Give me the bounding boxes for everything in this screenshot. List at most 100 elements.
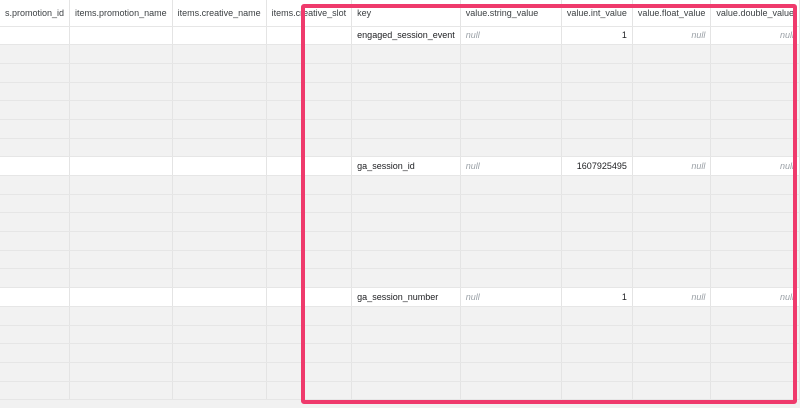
key-cell: ga_session_number — [351, 287, 461, 307]
empty-cell — [710, 63, 800, 83]
empty-cell — [561, 212, 633, 233]
empty-cell — [460, 63, 562, 83]
empty-cell — [69, 306, 173, 326]
empty-cell — [172, 175, 267, 195]
empty-cell — [69, 100, 173, 120]
column-header-string-value[interactable]: value.string_value — [460, 0, 562, 27]
empty-cell — [710, 212, 800, 233]
empty-cell — [69, 82, 173, 102]
empty-cell — [460, 231, 562, 251]
column-header-creative-slot[interactable]: items.creative_slot — [266, 0, 353, 27]
empty-row — [0, 44, 800, 64]
empty-cell — [69, 231, 173, 251]
empty-cell — [632, 44, 712, 64]
empty-cell — [0, 325, 71, 345]
empty-cell — [632, 250, 712, 270]
empty-cell — [0, 343, 71, 363]
empty-cell — [0, 231, 71, 251]
promotion-name-cell — [69, 156, 173, 176]
empty-row — [0, 362, 800, 382]
empty-cell — [69, 343, 173, 363]
creative-slot-cell — [266, 26, 353, 46]
empty-row — [0, 250, 800, 270]
key-cell: engaged_session_event — [351, 26, 461, 46]
results-table: s.promotion_id items.promotion_name item… — [0, 0, 800, 401]
empty-cell — [460, 138, 562, 158]
empty-cell — [632, 138, 712, 158]
empty-cell — [172, 325, 267, 345]
empty-cell — [710, 231, 800, 251]
creative-slot-cell — [266, 156, 353, 176]
empty-cell — [561, 63, 633, 83]
empty-cell — [460, 250, 562, 270]
empty-cell — [266, 194, 353, 214]
empty-cell — [561, 194, 633, 214]
empty-cell — [266, 250, 353, 270]
column-header-promotion-id[interactable]: s.promotion_id — [0, 0, 71, 27]
empty-cell — [266, 175, 353, 195]
empty-cell — [69, 194, 173, 214]
empty-cell — [351, 343, 461, 363]
table-row[interactable]: engaged_session_event null 1 null null — [0, 26, 800, 46]
promotion-name-cell — [69, 26, 173, 46]
empty-cell — [561, 362, 633, 382]
empty-row — [0, 381, 800, 401]
empty-cell — [69, 268, 173, 289]
empty-cell — [710, 325, 800, 345]
empty-cell — [710, 306, 800, 326]
empty-cell — [561, 268, 633, 289]
empty-cell — [69, 362, 173, 382]
empty-cell — [561, 44, 633, 64]
creative-slot-cell — [266, 287, 353, 307]
column-header-creative-name[interactable]: items.creative_name — [172, 0, 267, 27]
empty-cell — [561, 175, 633, 195]
empty-cell — [710, 194, 800, 214]
empty-cell — [69, 175, 173, 195]
double-value-cell: null — [710, 287, 800, 307]
empty-cell — [561, 306, 633, 326]
empty-cell — [266, 231, 353, 251]
empty-cell — [460, 325, 562, 345]
table-row[interactable]: ga_session_number null 1 null null — [0, 287, 800, 307]
empty-cell — [710, 119, 800, 139]
double-value-cell: null — [710, 26, 800, 46]
empty-cell — [0, 250, 71, 270]
empty-row — [0, 63, 800, 83]
empty-cell — [351, 231, 461, 251]
empty-row — [0, 194, 800, 214]
empty-cell — [710, 100, 800, 120]
column-header-float-value[interactable]: value.float_value — [632, 0, 712, 27]
double-value-cell: null — [710, 156, 800, 176]
empty-cell — [561, 119, 633, 139]
empty-cell — [266, 343, 353, 363]
empty-cell — [266, 212, 353, 233]
empty-row — [0, 268, 800, 289]
empty-cell — [351, 63, 461, 83]
empty-cell — [632, 343, 712, 363]
empty-cell — [710, 250, 800, 270]
empty-cell — [632, 82, 712, 102]
empty-cell — [266, 100, 353, 120]
empty-row — [0, 119, 800, 139]
column-header-key[interactable]: key — [351, 0, 461, 27]
column-header-int-value[interactable]: value.int_value — [561, 0, 633, 27]
empty-cell — [172, 100, 267, 120]
empty-cell — [172, 381, 267, 401]
empty-cell — [460, 119, 562, 139]
empty-cell — [460, 194, 562, 214]
empty-cell — [632, 212, 712, 233]
float-value-cell: null — [632, 156, 712, 176]
promotion-id-cell — [0, 287, 71, 307]
empty-cell — [172, 82, 267, 102]
empty-cell — [351, 362, 461, 382]
column-header-promotion-name[interactable]: items.promotion_name — [69, 0, 173, 27]
empty-cell — [351, 119, 461, 139]
table-row[interactable]: ga_session_id null 1607925495 null null — [0, 156, 800, 176]
int-value-cell: 1 — [561, 287, 633, 307]
key-cell: ga_session_id — [351, 156, 461, 176]
empty-cell — [0, 138, 71, 158]
empty-cell — [351, 100, 461, 120]
empty-cell — [69, 381, 173, 401]
column-header-double-value[interactable]: value.double_value — [710, 0, 800, 27]
empty-cell — [460, 82, 562, 102]
